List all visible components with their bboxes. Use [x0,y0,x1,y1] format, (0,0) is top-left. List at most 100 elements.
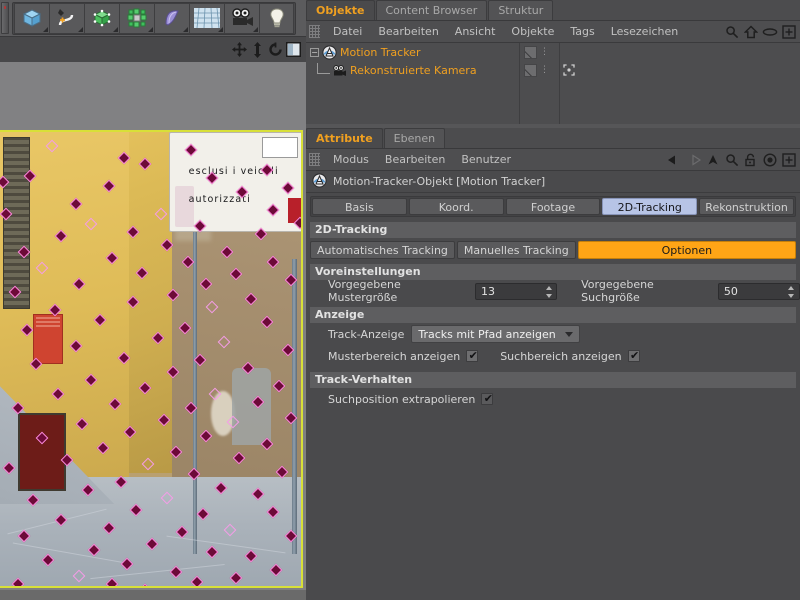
rotate-view-icon[interactable] [267,40,284,59]
forward-arrow-icon[interactable] [685,151,702,168]
tracking-marker[interactable] [11,401,25,415]
tracking-marker[interactable] [129,503,143,517]
tracking-marker[interactable] [260,437,273,451]
up-arrow-icon[interactable] [704,151,721,168]
tracking-marker[interactable] [96,441,110,455]
tracking-marker[interactable] [117,151,131,165]
mode-manuelles-tracking[interactable]: Manuelles Tracking [456,241,576,259]
tracking-marker[interactable] [208,387,222,401]
tab-attribute[interactable]: Attribute [306,128,383,148]
tree-dots-icon[interactable]: ⋮ [540,47,549,56]
menu-bearbeiten[interactable]: Bearbeiten [377,149,453,171]
tracking-marker[interactable] [284,529,298,543]
tracking-marker[interactable] [102,179,116,193]
tracking-marker[interactable] [266,203,280,217]
tracking-marker[interactable] [45,139,58,153]
tracking-marker[interactable] [260,315,273,329]
visibility-dot-icon[interactable] [524,45,537,59]
tracking-marker[interactable] [139,583,152,586]
tab-struktur[interactable]: Struktur [488,0,554,20]
cube-primitive-icon[interactable] [14,2,49,34]
home-icon[interactable] [742,23,759,40]
tracking-marker[interactable] [205,545,219,559]
tracking-marker[interactable] [108,397,122,411]
tracking-marker[interactable] [20,323,34,337]
tracking-marker[interactable] [193,219,207,233]
tracking-marker[interactable] [169,565,183,579]
tracking-marker[interactable] [54,229,67,243]
tracking-marker[interactable] [223,523,237,537]
menu-benutzer[interactable]: Benutzer [453,149,519,171]
input-vorgegebene-mustergroesse[interactable]: 13 [475,282,558,300]
toolbar-drag-handle[interactable] [1,2,9,34]
tracking-marker[interactable] [160,238,174,252]
tracking-marker[interactable] [23,169,37,183]
spline-pen-icon[interactable] [49,2,84,34]
tracking-marker[interactable] [84,217,98,231]
tracking-marker[interactable] [60,453,74,467]
tracking-marker[interactable] [87,543,101,557]
tracking-marker[interactable] [72,569,86,583]
tracking-marker[interactable] [36,261,49,275]
tab-koord[interactable]: Koord. [408,198,504,215]
menu-bearbeiten[interactable]: Bearbeiten [370,21,446,43]
menu-datei[interactable]: Datei [325,21,370,43]
dolly-view-icon[interactable] [249,40,266,59]
mode-automatisches-tracking[interactable]: Automatisches Tracking [310,241,455,259]
search-icon[interactable] [723,23,740,40]
target-icon[interactable] [761,151,778,168]
tracking-marker[interactable] [36,431,49,445]
tracking-marker[interactable] [175,525,189,539]
tracking-marker[interactable] [275,465,289,479]
dropdown-track-anzeige[interactable]: Tracks mit Pfad anzeigen [411,325,580,343]
viewport[interactable]: esclusi i veicoli autorizzati [0,62,306,600]
tracking-marker[interactable] [139,157,152,171]
tab-ebenen[interactable]: Ebenen [383,128,446,148]
tracking-marker[interactable] [0,175,10,189]
tab-footage[interactable]: Footage [505,198,601,215]
tracking-marker[interactable] [48,303,61,317]
tracking-marker[interactable] [51,387,64,401]
tracking-marker[interactable] [205,300,219,314]
object-tree-empty-area[interactable] [560,43,800,124]
deformer-bend-icon[interactable] [154,2,189,34]
tab-2d-tracking[interactable]: 2D-Tracking [602,198,698,215]
tracking-marker[interactable] [42,553,55,567]
tree-dots-icon[interactable]: ⋮ [540,65,549,74]
tracking-marker[interactable] [105,251,119,265]
tracking-marker[interactable] [245,549,258,563]
lock-icon[interactable] [742,151,759,168]
spinner-icon[interactable] [545,285,552,298]
scene-floor-icon[interactable] [189,2,224,34]
tracking-marker[interactable] [126,225,140,239]
object-tree[interactable]: − Motion Tracker Rekonstruierte Kamera ⋮… [306,43,800,124]
tab-content-browser[interactable]: Content Browser [375,0,488,20]
add-panel-icon[interactable] [780,151,797,168]
menu-tags[interactable]: Tags [562,21,602,43]
tracking-marker[interactable] [136,266,149,280]
tracking-marker[interactable] [251,487,264,501]
menu-grip-handle[interactable] [309,153,320,166]
tracking-marker[interactable] [266,255,280,269]
tracking-marker[interactable] [8,285,22,299]
tracking-marker[interactable] [29,357,43,371]
tracking-marker[interactable] [126,295,140,309]
menu-lesezeichen[interactable]: Lesezeichen [603,21,687,43]
tracking-marker[interactable] [157,413,170,427]
tracking-marker[interactable] [181,255,195,269]
menu-grip-handle[interactable] [309,25,320,38]
pan-view-icon[interactable] [231,40,248,59]
tracking-marker[interactable] [84,373,98,387]
search-icon[interactable] [723,151,740,168]
tracking-marker[interactable] [93,313,107,327]
nurbs-generator-icon[interactable] [84,2,119,34]
tracking-marker[interactable] [251,395,264,409]
visibility-dot-icon[interactable] [524,63,537,77]
menu-ansicht[interactable]: Ansicht [447,21,504,43]
tracking-marker[interactable] [26,493,40,507]
tracking-marker[interactable] [232,451,246,465]
tracking-marker[interactable] [236,185,249,199]
tracking-marker[interactable] [54,513,67,527]
input-vorgegebene-suchgroesse[interactable]: 50 [717,282,800,300]
tracking-marker[interactable] [69,339,83,353]
